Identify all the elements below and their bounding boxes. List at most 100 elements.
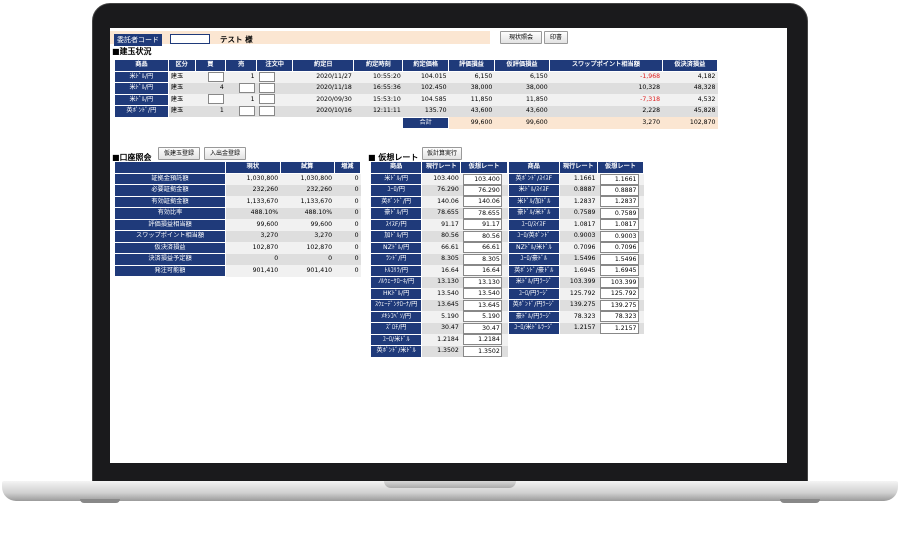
current-rate: 103.400 [421,173,461,185]
order-qty-input[interactable] [258,82,275,93]
virtual-rate-input[interactable]: 125.792 [599,288,639,300]
currency-pair: 英ﾎﾟﾝﾄﾞ/豪ﾄﾞﾙ [508,264,560,277]
positions-column-header: 約定価格 [402,59,450,72]
current-rate: 140.06 [421,196,461,208]
virtual-rate-input[interactable]: 0.9003 [599,230,639,242]
virtual-rate-input[interactable]: 80.56 [462,230,502,242]
virtual-rate-cell: 78.655 [460,207,508,219]
positions-column-header: 区分 [167,59,196,72]
print-button[interactable]: 印書 [544,31,568,44]
date-cell: 2020/11/27 [292,71,354,83]
deposit-withdraw-button[interactable]: 入出金登録 [204,147,246,160]
customer-code-input[interactable] [170,34,210,44]
time-cell: 12:11:11 [353,105,403,117]
account-item-label: 必要証拠金額 [114,184,226,197]
virtual-rate-input[interactable]: 103.399 [599,276,639,288]
table-row: 豪ﾄﾞﾙ/米ﾄﾞﾙ 0.7589 0.7589 [508,207,644,220]
virtual-rate-input[interactable]: 13.540 [462,288,502,300]
currency-pair: ｽｳｪｰﾃﾞﾝｸﾛｰﾅ/円 [369,299,423,312]
virtual-rate-input[interactable]: 0.8887 [599,184,639,196]
virtual-rate-input[interactable]: 0.7589 [599,207,639,219]
currency-pair: ﾕｰﾛ/ｽｲｽF [508,218,560,231]
virtual-rate-input[interactable]: 103.400 [462,173,502,185]
positions-column-header: 注文中 [256,59,294,72]
virtual-rate-input[interactable]: 76.290 [462,184,502,196]
table-row: 米ﾄﾞﾙ/円 建玉 1 2020/09/30 15:53:10 104.585 11,850… [114,93,718,106]
temp-position-button[interactable]: 仮建玉登録 [158,147,200,160]
virtual-rate-input[interactable]: 1.6945 [599,265,639,277]
currency-pair: ﾕｰﾛ/英ﾎﾟﾝﾄﾞ [508,230,560,243]
virtual-rate-input[interactable]: 66.61 [462,242,502,254]
table-row: HKﾄﾞﾙ/円 13.540 13.540 [369,287,508,300]
account-item-label: 有効証拠金額 [114,195,226,208]
table-row: NZﾄﾞﾙ/円 66.61 66.61 [369,241,508,254]
currency-pair: ﾕｰﾛ/豪ﾄﾞﾙ [508,253,560,266]
buy-qty-input[interactable] [207,71,224,82]
current-rate: 1.2837 [559,196,598,208]
currency-pair: ｽﾞﾛﾁ/円 [369,322,423,335]
virtual-rate-input[interactable]: 140.06 [462,196,502,208]
virtual-rate-cell: 76.290 [460,184,508,196]
close-pl-cell: 45,828 [662,105,718,117]
virtual-rate-input[interactable]: 78.323 [599,311,639,323]
virtual-rate-input[interactable]: 5.190 [462,311,502,323]
currency-pair: ﾒｷｼｺﾍﾟｿ/円 [369,310,423,323]
order-cell [256,82,293,94]
sell-qty-input[interactable] [238,105,255,116]
trial-value: 0 [280,253,335,265]
currency-pair: ﾄﾙｺﾘﾗ/円 [369,264,423,277]
kind-cell: 建玉 [168,94,195,106]
buy-qty-input[interactable] [207,94,224,105]
virtual-rate-cell: 0.9003 [597,230,644,242]
sell-cell [225,82,257,94]
table-row: ﾕｰﾛ/米ﾄﾞﾙﾗｰｼﾞ 1.2157 1.2157 [508,322,644,335]
virtual-rate-input[interactable]: 1.1661 [599,173,639,185]
virtual-rate-input[interactable]: 91.17 [462,219,502,231]
rates-table-right: 商品 現行レート 仮想レート 英ﾎﾟﾝﾄﾞ/ｽｲｽF 1.1661 1.1661 米ﾄﾞﾙ… [508,161,644,335]
positions-column-header: 買 [194,59,227,72]
virtual-rate-input[interactable]: 1.3502 [462,345,502,357]
current-rate: 1.0817 [559,219,598,231]
diff-value: 0 [334,230,361,242]
account-item-label: 仮決済損益 [114,241,226,254]
price-cell: 135.70 [402,105,449,117]
virtual-rate-input[interactable]: 13.130 [462,276,502,288]
currency-pair: 英ﾎﾟﾝﾄﾞ/円ﾗｰｼﾞ [508,299,560,312]
order-qty-input[interactable] [258,105,275,116]
account-column-header: 現状 [224,161,281,174]
virtual-rate-input[interactable]: 13.645 [462,299,502,311]
status-inquiry-button[interactable]: 現状照会 [500,31,542,44]
virtual-rate-cell: 140.06 [460,196,508,208]
currency-pair: ﾕｰﾛ/円ﾗｰｼﾞ [508,287,560,300]
current-rate: 78.323 [559,311,598,323]
order-qty-input[interactable] [258,94,275,105]
calculate-button[interactable]: 仮計算実行 [422,147,462,160]
current-value: 0 [225,253,281,265]
total-close: 102,870 [662,117,718,129]
blank-cell [168,117,195,129]
virtual-rate-input[interactable]: 1.2837 [599,196,639,208]
virtual-rate-input[interactable]: 139.275 [599,299,639,311]
virtual-rate-cell: 0.8887 [597,184,644,196]
virtual-rate-input[interactable]: 16.64 [462,265,502,277]
virtual-rate-input[interactable]: 1.2184 [462,334,502,346]
virtual-rate-input[interactable]: 8.305 [462,253,502,265]
rates-column-header: 商品 [369,161,423,174]
virtual-rate-input[interactable]: 1.5496 [599,253,639,265]
virtual-rate-input[interactable]: 1.2157 [599,322,639,334]
customer-header: 委託者コード テスト 様 [110,31,490,46]
date-cell: 2020/10/16 [292,105,354,117]
swap-cell: -7,318 [549,94,663,106]
rates-column-header: 商品 [508,161,560,174]
rates-column-header: 仮想レート [460,161,508,174]
order-qty-input[interactable] [258,71,275,82]
account-column-header: 試算 [279,161,335,174]
table-row: 英ﾎﾟﾝﾄﾞ/円ﾗｰｼﾞ 139.275 139.275 [508,299,644,312]
currency-pair: 米ﾄﾞﾙ/ｽｲｽF [508,184,560,197]
kind-cell: 建玉 [168,71,195,83]
virtual-rate-input[interactable]: 1.0817 [599,219,639,231]
virtual-rate-input[interactable]: 78.655 [462,207,502,219]
sell-qty-input[interactable] [238,82,255,93]
virtual-rate-input[interactable]: 30.47 [462,322,502,334]
virtual-rate-input[interactable]: 0.7096 [599,242,639,254]
